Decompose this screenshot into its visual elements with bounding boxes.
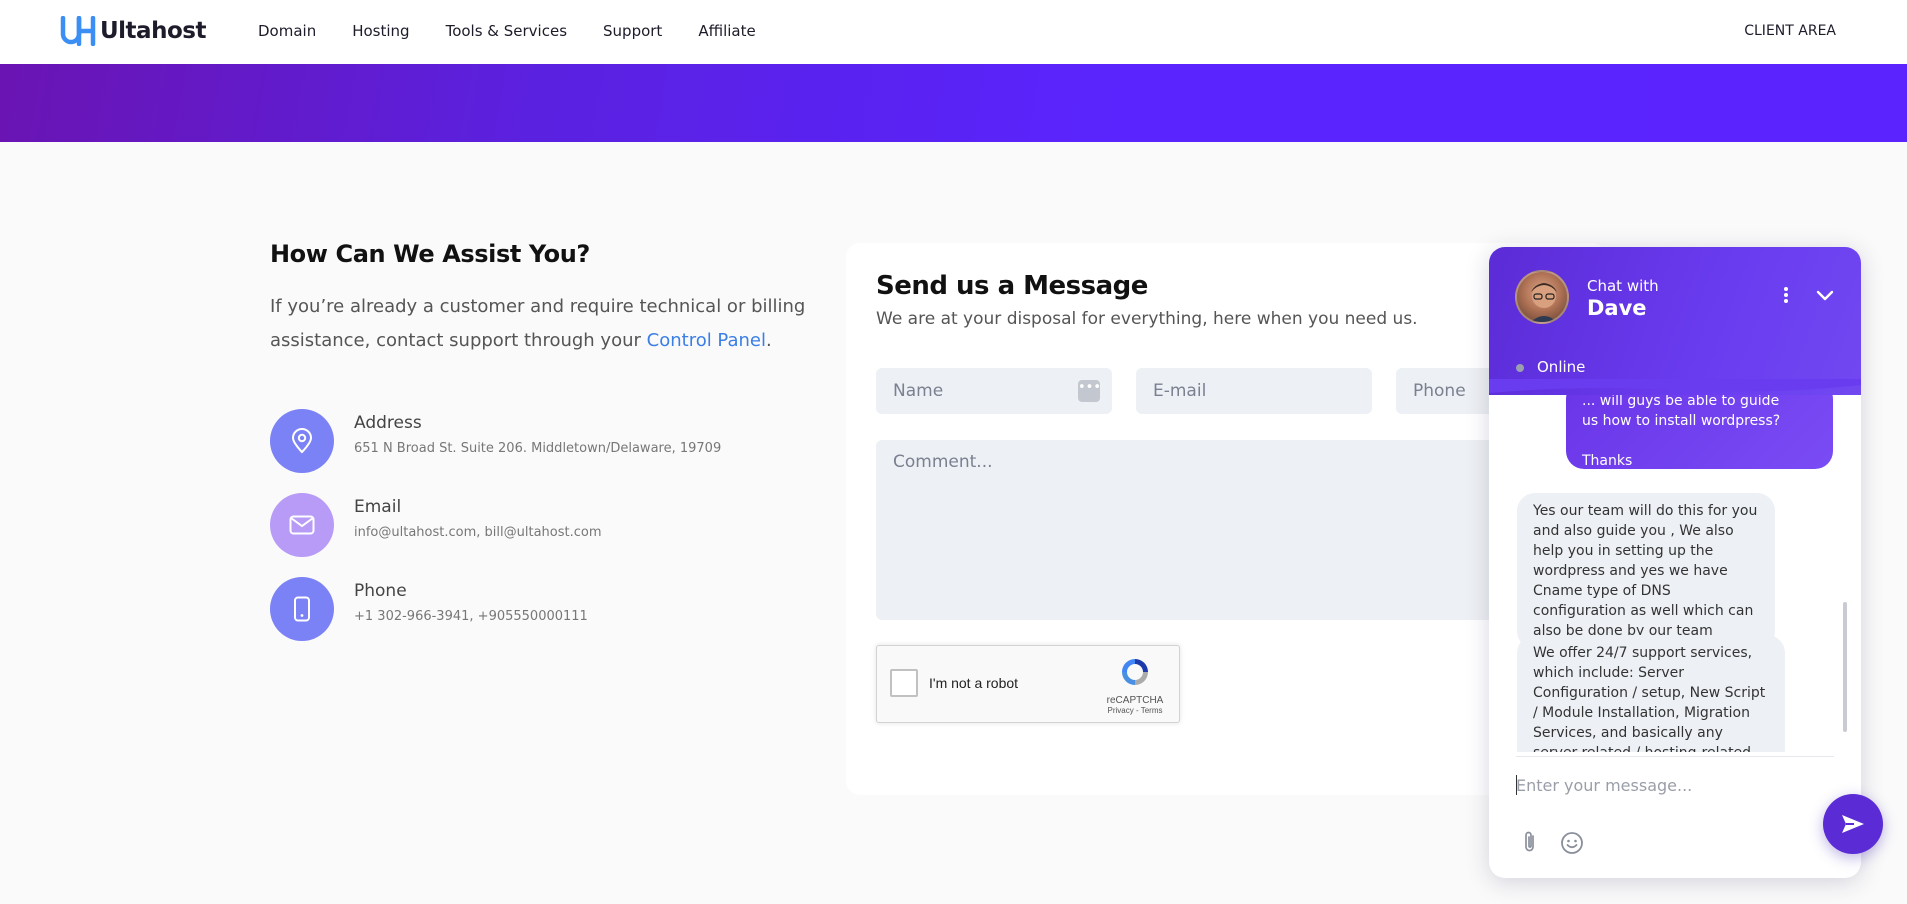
agent-message: Yes our team will do this for you and al… [1517, 493, 1775, 649]
email-values: info@ultahost.com, bill@ultahost.com [354, 525, 602, 540]
paperclip-icon[interactable] [1521, 830, 1539, 854]
chat-message-input[interactable] [1516, 765, 1796, 805]
address-value: 651 N Broad St. Suite 206. Middletown/De… [354, 441, 722, 456]
emoji-icon[interactable] [1560, 831, 1584, 855]
agent-avatar [1515, 270, 1569, 324]
email-info-link[interactable]: info@ultahost.com [354, 525, 476, 540]
recaptcha-widget: I'm not a robot reCAPTCHA Privacy - Term… [876, 645, 1180, 723]
agent-status: Online [1537, 358, 1586, 376]
phone-values: +1 302-966-3941, +905550000111 [354, 609, 588, 624]
recaptcha-brand: reCAPTCHA [1106, 695, 1164, 706]
autofill-icon[interactable]: ••• [1078, 380, 1101, 402]
agent-message: We offer 24/7 support services, which in… [1517, 635, 1785, 752]
email-title: Email [354, 497, 402, 517]
chat-scrollbar[interactable] [1843, 602, 1847, 732]
email-field[interactable]: E-mail [1136, 368, 1372, 414]
logo-text: Ultahost [100, 18, 206, 44]
user-message-line: us how to install wordpress? [1582, 413, 1781, 429]
status-dot [1516, 364, 1524, 372]
assist-text: If you’re already a customer and require… [270, 290, 810, 358]
recaptcha-label: I'm not a robot [929, 675, 1019, 691]
chat-header: Chat with Dave Online [1489, 247, 1861, 395]
contact-address: Address 651 N Broad St. Suite 206. Middl… [270, 409, 721, 473]
contact-email: Email info@ultahost.com, bill@ultahost.c… [270, 493, 602, 557]
phone-us-link[interactable]: +1 302-966-3941 [354, 609, 469, 624]
mobile-phone-icon [270, 577, 334, 641]
address-title: Address [354, 413, 422, 433]
phone-placeholder: Phone [1413, 381, 1466, 401]
ultahost-logo-icon [60, 16, 96, 46]
envelope-icon [270, 493, 334, 557]
phone-title: Phone [354, 581, 407, 601]
form-lead: We are at your disposal for everything, … [876, 309, 1418, 329]
chat-with-label: Chat with [1587, 277, 1659, 295]
assist-title: How Can We Assist You? [270, 240, 590, 268]
more-options-icon[interactable] [1781, 285, 1791, 309]
email-bill-link[interactable]: bill@ultahost.com [485, 525, 602, 540]
contact-phone: Phone +1 302-966-3941, +905550000111 [270, 577, 588, 641]
nav-domain[interactable]: Domain [258, 22, 316, 40]
chat-messages: ... will guys be able to guide us how to… [1489, 395, 1861, 752]
top-navigation: Ultahost Domain Hosting Tools & Services… [0, 0, 1907, 64]
recaptcha-checkbox[interactable] [890, 669, 918, 697]
send-icon [1842, 815, 1864, 833]
main-menu: Domain Hosting Tools & Services Support … [258, 22, 756, 40]
nav-affiliate[interactable]: Affiliate [698, 22, 755, 40]
location-pin-icon [270, 409, 334, 473]
user-message-spacer [1582, 431, 1817, 451]
email-separator: , [476, 525, 481, 540]
comment-placeholder: Comment... [893, 452, 993, 472]
agent-name: Dave [1587, 296, 1647, 320]
send-button[interactable] [1823, 794, 1883, 854]
nav-tools-services[interactable]: Tools & Services [446, 22, 567, 40]
user-message: ... will guys be able to guide us how to… [1566, 395, 1833, 469]
name-field[interactable]: Name ••• [876, 368, 1112, 414]
chat-divider [1516, 756, 1834, 757]
assist-section: How Can We Assist You? If you’re already… [270, 240, 810, 358]
client-area-link[interactable]: CLIENT AREA [1744, 23, 1836, 39]
assist-text-end: . [766, 330, 772, 351]
form-title: Send us a Message [876, 271, 1148, 301]
nav-hosting[interactable]: Hosting [352, 22, 409, 40]
ultahost-logo[interactable]: Ultahost [60, 16, 206, 46]
header-wave [1489, 379, 1861, 401]
name-placeholder: Name [893, 381, 944, 401]
nav-support[interactable]: Support [603, 22, 662, 40]
live-chat-widget: Chat with Dave Online ... will guys be a… [1489, 247, 1861, 878]
text-cursor [1516, 775, 1517, 795]
recaptcha-icon [1122, 659, 1148, 685]
recaptcha-logo: reCAPTCHA Privacy - Terms [1105, 656, 1165, 715]
chevron-down-icon[interactable] [1813, 283, 1837, 307]
control-panel-link[interactable]: Control Panel [647, 330, 766, 351]
recaptcha-terms-link[interactable]: Privacy - Terms [1105, 706, 1165, 715]
hero-banner [0, 64, 1907, 142]
email-placeholder: E-mail [1153, 381, 1207, 401]
phone-tr-link[interactable]: +905550000111 [478, 609, 588, 624]
phone-separator: , [469, 609, 474, 624]
user-message-line: Thanks [1582, 453, 1633, 469]
